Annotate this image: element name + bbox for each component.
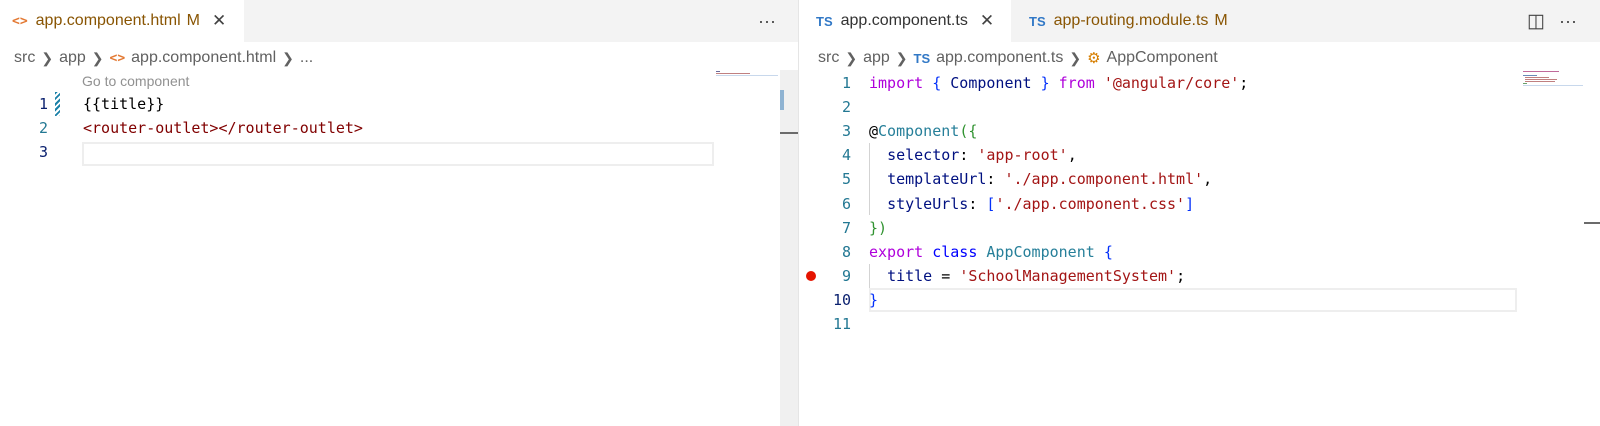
- modified-indicator: M: [186, 12, 200, 29]
- typescript-file-icon: TS: [913, 50, 931, 66]
- breadcrumb-item-app[interactable]: app: [863, 49, 890, 67]
- current-line-highlight: [82, 142, 714, 166]
- current-line-highlight: [869, 288, 1517, 312]
- split-editor-icon[interactable]: ◫: [1527, 0, 1545, 42]
- line-number: 5: [841, 170, 851, 188]
- line-number: 2: [841, 98, 851, 116]
- code-line-3[interactable]: @Component({: [869, 119, 977, 143]
- tab-label: app.component.ts: [840, 12, 968, 29]
- breadcrumb-item-file[interactable]: app.component.ts: [936, 49, 1063, 67]
- tab-app-component-html[interactable]: <> app.component.html M ✕: [0, 0, 244, 42]
- code-line-8[interactable]: export class AppComponent {: [869, 240, 1113, 264]
- line-number: 6: [841, 195, 851, 213]
- breadcrumb-ellipsis[interactable]: ...: [300, 49, 313, 67]
- gutter-modified-indicator: [55, 92, 60, 116]
- overview-ruler-cursor: [780, 132, 798, 134]
- line-number: 10: [832, 291, 851, 309]
- left-editor-group: <> app.component.html M ✕ ··· src ❯ app …: [0, 0, 798, 426]
- chevron-right-icon: ❯: [1069, 49, 1082, 66]
- code-line-5[interactable]: templateUrl: './app.component.html',: [869, 167, 1212, 191]
- vertical-scrollbar[interactable]: [780, 70, 798, 426]
- line-number: 1: [38, 95, 48, 113]
- line-number: 7: [841, 219, 851, 237]
- more-actions-icon[interactable]: ···: [1559, 0, 1577, 42]
- tab-label: app.component.html: [35, 12, 181, 29]
- minimap[interactable]: [716, 70, 778, 78]
- tab-app-routing-module-ts[interactable]: TS app-routing.module.ts M: [1012, 0, 1248, 42]
- code-line-4[interactable]: selector: 'app-root',: [869, 143, 1077, 167]
- code-line-7[interactable]: }): [869, 216, 887, 240]
- minimap[interactable]: [1523, 70, 1583, 88]
- close-icon[interactable]: ✕: [212, 11, 226, 31]
- breadcrumb-item-app[interactable]: app: [59, 49, 86, 67]
- modified-indicator: M: [1214, 12, 1228, 29]
- breadcrumb: src ❯ app ❯ TS app.component.ts ❯ ⚙ AppC…: [818, 46, 1218, 70]
- code-line-9[interactable]: title = 'SchoolManagementSystem';: [869, 264, 1185, 288]
- typescript-file-icon: TS: [816, 13, 833, 29]
- typescript-file-icon: TS: [1029, 13, 1046, 29]
- line-number: 9: [841, 267, 851, 285]
- scrollbar-thumb[interactable]: [780, 90, 784, 110]
- chevron-right-icon: ❯: [845, 49, 858, 66]
- breakpoint-icon[interactable]: [806, 271, 816, 281]
- breadcrumb-item-symbol[interactable]: AppComponent: [1107, 49, 1218, 67]
- code-line-10[interactable]: }: [869, 288, 878, 312]
- code-line-1[interactable]: {{title}}: [83, 92, 164, 116]
- more-actions-icon[interactable]: ···: [758, 0, 776, 42]
- chevron-right-icon: ❯: [895, 49, 908, 66]
- line-number: 8: [841, 243, 851, 261]
- code-line-2[interactable]: <router-outlet></router-outlet>: [83, 116, 363, 140]
- code-line-6[interactable]: styleUrls: ['./app.component.css']: [869, 192, 1194, 216]
- tab-label: app-routing.module.ts: [1053, 12, 1209, 29]
- line-number: 4: [841, 146, 851, 164]
- breadcrumb: src ❯ app ❯ <> app.component.html ❯ ...: [14, 46, 313, 70]
- line-number: 2: [38, 119, 48, 137]
- right-tab-bar: TS app.component.ts ✕ TS app-routing.mod…: [799, 0, 1600, 42]
- html-file-icon: <>: [109, 50, 126, 66]
- breadcrumb-item-src[interactable]: src: [818, 49, 839, 67]
- overview-ruler-cursor: [1584, 222, 1600, 224]
- line-number: 3: [38, 143, 48, 161]
- tab-app-component-ts[interactable]: TS app.component.ts ✕: [799, 0, 1011, 42]
- class-symbol-icon: ⚙: [1087, 50, 1101, 67]
- line-number: 11: [832, 315, 851, 333]
- left-tab-bar: <> app.component.html M ✕ ···: [0, 0, 798, 42]
- chevron-right-icon: ❯: [41, 49, 54, 66]
- breadcrumb-item-src[interactable]: src: [14, 49, 35, 67]
- code-line-1[interactable]: import { Component } from '@angular/core…: [869, 71, 1248, 95]
- right-editor-group: TS app.component.ts ✕ TS app-routing.mod…: [799, 0, 1600, 426]
- close-icon[interactable]: ✕: [980, 11, 994, 31]
- codelens-go-to-component[interactable]: Go to component: [82, 73, 189, 89]
- chevron-right-icon: ❯: [91, 49, 104, 66]
- html-file-icon: <>: [12, 13, 28, 29]
- breadcrumb-item-file[interactable]: app.component.html: [131, 49, 276, 67]
- chevron-right-icon: ❯: [282, 49, 294, 66]
- line-number: 1: [841, 74, 851, 92]
- line-number: 3: [841, 122, 851, 140]
